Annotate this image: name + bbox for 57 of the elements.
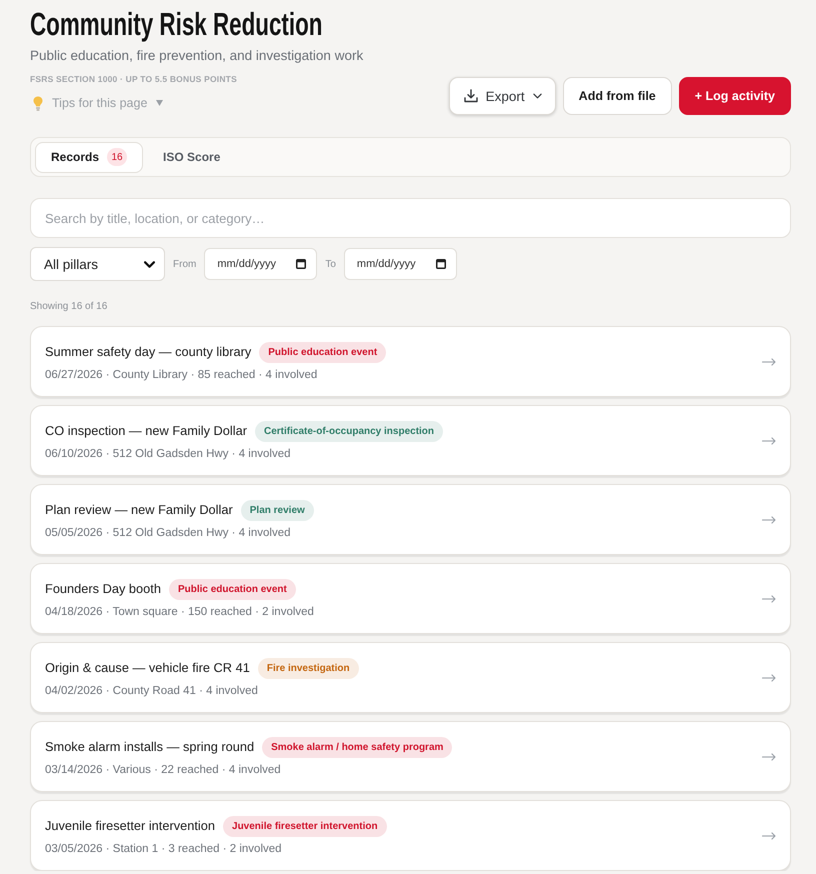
category-tag: Public education event (168, 578, 296, 600)
category-tag: Plan review (240, 500, 314, 520)
arrow-right-icon (762, 516, 776, 524)
add-from-file-button[interactable]: Add from file (562, 77, 672, 115)
category-tag: Public education event (259, 342, 386, 362)
arrow-right-icon (762, 832, 776, 840)
section-kicker: FSRS SECTION 1000 · UP TO 5.5 BONUS POINTS (30, 73, 237, 85)
record-card[interactable]: Founders Day booth Public education event 04/18/2026 · Town square · 150 reached · 2 involved (30, 563, 791, 634)
chevron-down-icon (144, 260, 155, 268)
page-title: Community Risk Reduction (30, 6, 322, 42)
record-card[interactable]: Juvenile firesetter intervention Juvenile firesetter intervention 03/05/2026 · Station 1 · 3 reached · 2 involved (30, 800, 791, 871)
record-title: Juvenile firesetter intervention (45, 817, 216, 835)
download-icon (464, 89, 478, 103)
record-meta: 05/05/2026 · 512 Old Gadsden Hwy · 4 involved (45, 526, 292, 540)
record-meta: 03/05/2026 · Station 1 · 3 reached · 2 involved (45, 842, 283, 856)
record-card[interactable]: Smoke alarm installs — spring round Smoke alarm / home safety program 03/14/2026 · Various · 22 reached · 4 involved (30, 721, 791, 792)
record-card[interactable]: Summer safety day — county library Public education event 06/27/2026 · County Library · 85 reached · 4 involved (30, 326, 791, 397)
log-activity-button[interactable]: + Log activity (678, 77, 791, 115)
calendar-icon (296, 259, 306, 269)
result-count: Showing 16 of 16 (30, 300, 108, 314)
lightbulb-icon (33, 96, 43, 110)
page-subtitle: Public education, fire prevention, and investigation work (30, 47, 364, 65)
arrow-right-icon (762, 358, 776, 366)
arrow-right-icon (762, 674, 776, 682)
record-title: Summer safety day — county library (45, 343, 252, 361)
arrow-right-icon (762, 752, 776, 760)
date-label: To (325, 258, 336, 270)
category-tag: Fire investigation (258, 658, 359, 678)
date-label: From (173, 258, 196, 270)
record-meta: 04/02/2026 · County Road 41 · 4 involved (45, 684, 259, 698)
record-title: CO inspection — new Family Dollar (45, 422, 247, 440)
calendar-icon (436, 259, 446, 269)
record-title: Origin & cause — vehicle fire CR 41 (45, 659, 250, 677)
pillar-select[interactable]: All pillars (30, 247, 165, 281)
category-tag: Certificate-of-occupancy inspection (254, 420, 444, 442)
record-meta: 06/10/2026 · 512 Old Gadsden Hwy · 4 involved (45, 446, 292, 462)
record-title: Plan review — new Family Dollar (45, 501, 233, 519)
category-tag: Juvenile firesetter intervention (223, 816, 387, 836)
record-meta: 03/14/2026 · Various · 22 reached · 4 involved (45, 762, 282, 778)
date-field[interactable]: mm/dd/yyyy (204, 248, 318, 280)
record-meta: 06/27/2026 · County Library · 85 reached · 4 involved (45, 368, 318, 382)
record-card[interactable]: Plan review — new Family Dollar Plan review 05/05/2026 · 512 Old Gadsden Hwy · 4 involved (30, 484, 791, 555)
export-button[interactable]: Export (448, 77, 556, 115)
tab[interactable]: ISO Score (147, 142, 236, 172)
date-field[interactable]: mm/dd/yyyy (344, 248, 457, 280)
search-field[interactable]: Search by title, location, or category… (30, 198, 791, 238)
record-card[interactable]: CO inspection — new Family Dollar Certificate-of-occupancy inspection 06/10/2026 · 512 Old Gadsden Hwy · 4 involved (30, 405, 791, 476)
arrow-right-icon (762, 436, 776, 444)
record-title: Founders Day booth (45, 580, 161, 598)
record-card[interactable]: Origin & cause — vehicle fire CR 41 Fire investigation 04/02/2026 · County Road 41 · 4 involved (30, 642, 791, 713)
chevron-down-icon (532, 93, 542, 99)
record-count: 16 (107, 148, 128, 166)
record-meta: 04/18/2026 · Town square · 150 reached · 2 involved (45, 604, 314, 620)
arrow-right-icon (762, 594, 776, 602)
tab[interactable]: Records 16 (35, 142, 144, 172)
record-title: Smoke alarm installs — spring round (45, 738, 254, 756)
category-tag: Smoke alarm / home safety program (262, 736, 452, 758)
